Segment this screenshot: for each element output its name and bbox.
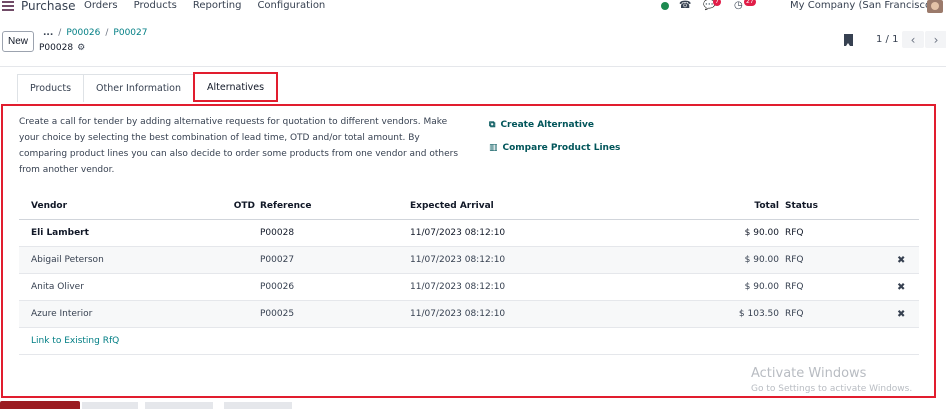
alternatives-table: Vendor OTD Reference Expected Arrival To… [19, 192, 919, 355]
nav-menu: Orders Products Reporting Configuration [84, 0, 341, 11]
status-cell: RFQ [785, 255, 804, 265]
link-existing-rfq[interactable]: Link to Existing RfQ [31, 328, 119, 354]
breadcrumb-p00027[interactable]: P00027 [113, 28, 147, 38]
vendor-cell: Azure Interior [31, 309, 93, 319]
bookmark-icon[interactable] [844, 34, 853, 46]
total-cell: $ 90.00 [744, 255, 779, 265]
remove-icon[interactable]: ✖ [897, 274, 905, 300]
link-existing-row: Link to Existing RfQ [19, 328, 919, 355]
arrival-cell: 11/07/2023 08:12:10 [410, 228, 506, 238]
apps-menu-icon[interactable] [0, 0, 16, 12]
pager-previous-button[interactable]: ‹ [902, 31, 924, 48]
alternatives-description: Create a call for tender by adding alter… [19, 117, 459, 175]
status-cell: RFQ [785, 282, 804, 292]
menu-reporting[interactable]: Reporting [193, 0, 242, 11]
breadcrumb-separator: / [105, 28, 109, 38]
record-title: P00028 ⚙ [39, 43, 85, 53]
reference-cell: P00027 [260, 255, 295, 265]
bottom-strip [0, 398, 946, 409]
tab-products[interactable]: Products [17, 74, 85, 102]
column-status[interactable]: Status [785, 192, 818, 219]
menu-orders[interactable]: Orders [84, 0, 118, 11]
column-total[interactable]: Total [679, 192, 779, 219]
top-navbar: Purchase Orders Products Reporting Confi… [0, 0, 946, 14]
whatsapp-button[interactable] [145, 402, 213, 409]
create-alternative-label: Create Alternative [500, 120, 594, 130]
status-dot-icon [661, 2, 669, 10]
vendor-cell: Eli Lambert [31, 228, 89, 238]
company-switcher[interactable]: My Company (San Francisco) [790, 0, 935, 11]
remove-icon[interactable]: ✖ [897, 301, 905, 327]
chat-badge: 7 [713, 0, 721, 6]
total-cell: $ 90.00 [744, 282, 779, 292]
vendor-cell: Anita Oliver [31, 282, 84, 292]
notebook-tabs: Products Other Information Alternatives [17, 72, 279, 102]
total-cell: $ 103.50 [738, 309, 779, 319]
column-expected-arrival[interactable]: Expected Arrival [410, 192, 494, 219]
column-otd[interactable]: OTD [231, 192, 255, 219]
bar-chart-icon: ▥ [489, 143, 498, 153]
user-avatar[interactable] [927, 0, 943, 13]
arrival-cell: 11/07/2023 08:12:10 [410, 309, 506, 319]
compare-product-lines-label: Compare Product Lines [502, 143, 621, 153]
watermark-title: Activate Windows [751, 366, 867, 381]
reference-cell: P00025 [260, 309, 295, 319]
watermark-subtitle: Go to Settings to activate Windows. [751, 384, 913, 394]
tab-alternatives[interactable]: Alternatives [193, 72, 279, 102]
gear-icon[interactable]: ⚙ [77, 43, 85, 53]
menu-configuration[interactable]: Configuration [257, 0, 325, 11]
record-name: P00028 [39, 43, 74, 53]
alternatives-panel: Create a call for tender by adding alter… [1, 104, 936, 398]
pager-value[interactable]: 1 / 1 [876, 34, 898, 45]
table-row[interactable]: Anita Oliver P00026 11/07/2023 08:12:10 … [19, 274, 919, 301]
vendor-cell: Abigail Peterson [31, 255, 104, 265]
remove-icon[interactable]: ✖ [897, 247, 905, 273]
app-name[interactable]: Purchase [21, 0, 76, 13]
breadcrumb-p00026[interactable]: P00026 [66, 28, 100, 38]
tab-other-information[interactable]: Other Information [83, 74, 195, 102]
menu-products[interactable]: Products [134, 0, 177, 11]
activity-badge: 27 [744, 0, 756, 6]
phone-icon[interactable]: ☎ [679, 0, 691, 11]
reference-cell: P00028 [260, 228, 295, 238]
new-button[interactable]: New [2, 31, 34, 52]
status-cell: RFQ [785, 309, 804, 319]
table-row[interactable]: Abigail Peterson P00027 11/07/2023 08:12… [19, 247, 919, 274]
arrival-cell: 11/07/2023 08:12:10 [410, 255, 506, 265]
send-message-button[interactable] [0, 401, 80, 409]
table-row[interactable]: Eli Lambert P00028 11/07/2023 08:12:10 $… [19, 220, 919, 247]
activities-button[interactable] [224, 402, 292, 409]
reference-cell: P00026 [260, 282, 295, 292]
log-note-button[interactable] [82, 402, 138, 409]
table-header: Vendor OTD Reference Expected Arrival To… [19, 192, 919, 220]
create-alternative-button[interactable]: ⧉ Create Alternative [489, 120, 594, 130]
total-cell: $ 90.00 [744, 228, 779, 238]
divider [0, 66, 946, 67]
arrival-cell: 11/07/2023 08:12:10 [410, 282, 506, 292]
copy-icon: ⧉ [489, 120, 496, 130]
breadcrumb-more[interactable]: ... [43, 28, 53, 38]
compare-product-lines-button[interactable]: ▥ Compare Product Lines [489, 143, 620, 153]
table-row[interactable]: Azure Interior P00025 11/07/2023 08:12:1… [19, 301, 919, 328]
column-vendor[interactable]: Vendor [31, 192, 67, 219]
windows-watermark: Activate Windows Go to Settings to activ… [751, 366, 912, 394]
clock-icon[interactable]: ◷ [734, 0, 743, 11]
breadcrumb-separator: / [58, 28, 62, 38]
status-cell: RFQ [785, 228, 804, 238]
breadcrumb: ... / P00026 / P00027 [43, 28, 147, 38]
column-reference[interactable]: Reference [260, 192, 311, 219]
pager-next-button[interactable]: › [925, 31, 946, 48]
